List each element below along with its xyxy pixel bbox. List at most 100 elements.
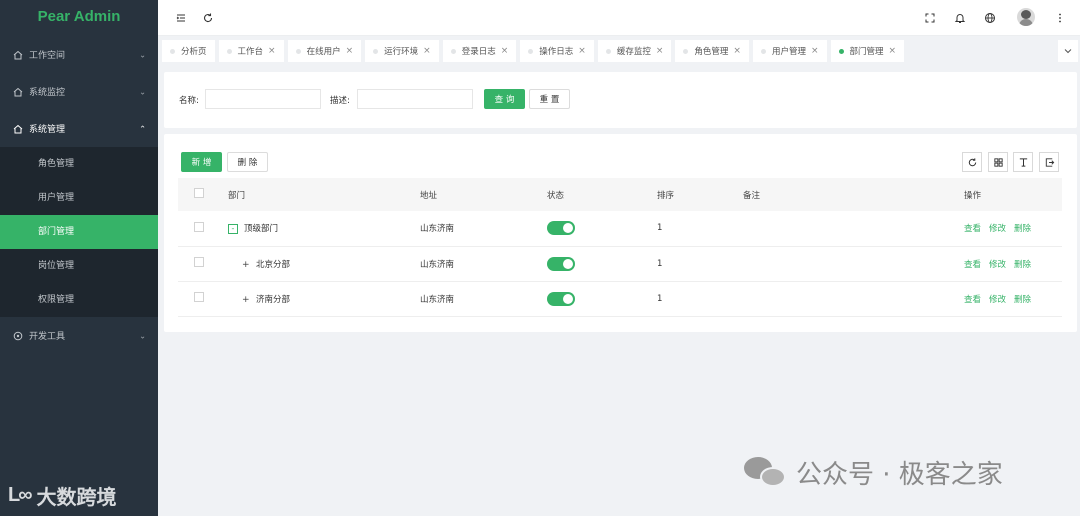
tab-item[interactable]: 操作日志 ×: [520, 40, 594, 62]
status-toggle[interactable]: [547, 291, 575, 306]
tab-item[interactable]: 用户管理 ×: [752, 40, 827, 62]
menu-group-system[interactable]: 系统管理 ⌃: [0, 110, 158, 147]
column-header: 排序: [657, 190, 675, 201]
column-header: 部门: [228, 190, 246, 201]
expand-toggle-icon[interactable]: +: [242, 260, 252, 270]
tab-item[interactable]: 角色管理 ×: [675, 40, 749, 62]
table-body: - 顶级部门 山东济南 1 查看 修改 删除 + 北京分部 山东济南 1 查看 修改 删除 …: [178, 211, 1062, 316]
menu-group-monitor[interactable]: 系统监控 ⌄: [0, 73, 158, 110]
row-checkbox[interactable]: [194, 292, 204, 302]
table-header-row: 部门 地址 状态 排序 备注 操作: [178, 178, 1062, 211]
table-row: - 顶级部门 山东济南 1 查看 修改 删除: [178, 211, 1062, 246]
more-icon[interactable]: [1052, 10, 1068, 26]
watermark-logo: L∞ 大数跨境: [8, 481, 116, 510]
edit-link[interactable]: 修改: [989, 260, 1006, 270]
menu-group-label: 开发工具: [29, 332, 66, 342]
dot-icon: [373, 48, 379, 54]
menu-group-workspace[interactable]: 工作空间 ⌄: [0, 36, 158, 73]
view-link[interactable]: 查看: [964, 224, 981, 234]
tab-label: 部门管理: [849, 47, 884, 57]
chevron-up-icon: ⌃: [139, 124, 146, 133]
chevron-down-icon: [1064, 49, 1072, 54]
search-form: 名称: 描述: 查 询 重 置: [164, 72, 1077, 128]
tab-item[interactable]: 缓存监控 ×: [597, 40, 672, 62]
view-link[interactable]: 查看: [964, 260, 981, 270]
collapse-toggle-icon[interactable]: -: [228, 223, 238, 234]
close-icon[interactable]: ×: [811, 46, 819, 56]
department-remark: [743, 246, 964, 281]
chevron-down-icon: ⌄: [139, 50, 146, 59]
user-avatar[interactable]: [1017, 8, 1035, 26]
select-all-checkbox[interactable]: [194, 188, 204, 198]
dot-icon: [605, 48, 611, 54]
tab-label: 运行环境: [384, 47, 419, 57]
dev-tools-icon: [13, 331, 23, 341]
close-icon[interactable]: ×: [268, 46, 276, 56]
tabs-dropdown-button[interactable]: [1058, 40, 1078, 62]
tab-label: 登录日志: [461, 47, 496, 57]
tab-item[interactable]: 在线用户 ×: [287, 40, 362, 62]
tab-item[interactable]: 登录日志 ×: [442, 40, 517, 62]
sidebar-item-permissions[interactable]: 权限管理: [0, 283, 158, 317]
menu-fold-icon[interactable]: [173, 10, 189, 26]
name-label: 名称:: [179, 96, 199, 106]
close-icon[interactable]: ×: [423, 46, 431, 56]
dot-icon: [528, 48, 534, 54]
sidebar-item-posts[interactable]: 岗位管理: [0, 249, 158, 283]
home-icon: [13, 50, 23, 60]
dot-icon: [295, 48, 301, 54]
delete-link[interactable]: 删除: [1014, 295, 1031, 305]
sidebar-item-departments[interactable]: 部门管理: [0, 215, 158, 249]
query-button[interactable]: 查 询: [484, 89, 525, 109]
fullscreen-icon[interactable]: [922, 10, 938, 26]
row-checkbox[interactable]: [194, 221, 204, 232]
sidebar-item-users[interactable]: 用户管理: [0, 181, 158, 215]
name-input[interactable]: [205, 89, 321, 109]
system-submenu: 角色管理 用户管理 部门管理 岗位管理 权限管理: [0, 147, 158, 317]
close-icon[interactable]: ×: [733, 46, 741, 56]
table-row: + 济南分部 山东济南 1 查看 修改 删除: [178, 281, 1062, 316]
delete-link[interactable]: 删除: [1014, 260, 1031, 270]
department-remark: [743, 281, 964, 316]
tab-item[interactable]: 分析页: [162, 40, 215, 62]
print-icon[interactable]: [1039, 152, 1059, 172]
app-logo[interactable]: Pear Admin: [0, 0, 158, 36]
export-icon[interactable]: [1013, 152, 1033, 172]
refresh-icon[interactable]: [200, 10, 216, 26]
view-link[interactable]: 查看: [964, 295, 981, 305]
edit-link[interactable]: 修改: [989, 295, 1006, 305]
tab-item[interactable]: 工作台 ×: [218, 40, 284, 62]
add-button[interactable]: 新 增: [181, 152, 222, 172]
close-icon[interactable]: ×: [656, 46, 664, 56]
close-icon[interactable]: ×: [346, 46, 354, 56]
refresh-icon[interactable]: [962, 152, 982, 172]
menu-group-devtools[interactable]: 开发工具 ⌄: [0, 317, 158, 354]
sidebar-item-roles[interactable]: 角色管理: [0, 147, 158, 181]
delete-button[interactable]: 删 除: [227, 152, 268, 172]
tab-label: 用户管理: [771, 47, 806, 57]
department-table-card: 新 增 删 除 部门 地址 状态 排序 备注 操作 -顶级部门 山东济南 1: [164, 134, 1077, 332]
tab-item[interactable]: 部门管理 ×: [830, 40, 905, 62]
department-remark: [743, 211, 964, 246]
close-icon[interactable]: ×: [501, 46, 509, 56]
department-name: 北京分部: [256, 259, 291, 270]
close-icon[interactable]: ×: [578, 46, 586, 56]
column-header: 状态: [547, 190, 565, 201]
globe-icon[interactable]: [982, 10, 998, 26]
close-icon[interactable]: ×: [889, 46, 897, 56]
description-input[interactable]: [357, 89, 473, 109]
status-toggle[interactable]: [547, 256, 575, 271]
delete-link[interactable]: 删除: [1014, 224, 1031, 234]
expand-toggle-icon[interactable]: +: [242, 295, 252, 305]
bell-icon[interactable]: [952, 10, 968, 26]
tab-label: 在线用户: [306, 47, 341, 57]
tab-item[interactable]: 运行环境 ×: [365, 40, 439, 62]
columns-grid-icon[interactable]: [988, 152, 1008, 172]
status-toggle[interactable]: [547, 221, 575, 236]
description-label: 描述:: [330, 96, 350, 106]
edit-link[interactable]: 修改: [989, 224, 1006, 234]
reset-button[interactable]: 重 置: [529, 89, 570, 109]
row-checkbox[interactable]: [194, 257, 204, 267]
table-row: + 北京分部 山东济南 1 查看 修改 删除: [178, 246, 1062, 281]
watermark-mark: L∞: [8, 484, 33, 506]
